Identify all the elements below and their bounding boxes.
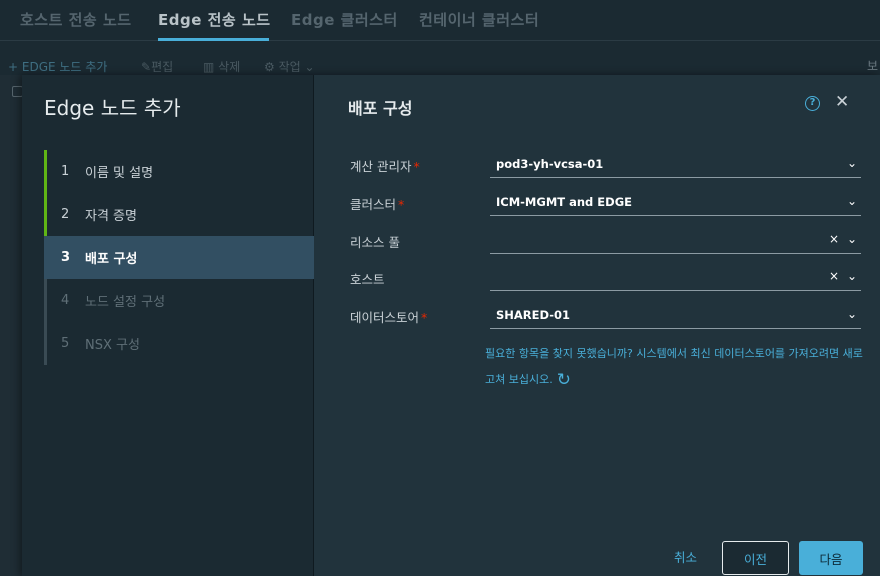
- chevron-down-icon: ⌄: [846, 194, 857, 208]
- next-button[interactable]: 다음: [799, 541, 863, 575]
- tab-container-clusters[interactable]: 컨테이너 클러스터: [419, 9, 539, 30]
- datastore-row: 데이터스토어 * SHARED-01 ⌄: [350, 301, 862, 331]
- edit-button[interactable]: ✎편집: [141, 58, 173, 75]
- datastore-value: SHARED-01: [496, 308, 571, 322]
- delete-button[interactable]: ▥ 삭제: [203, 58, 240, 75]
- host-select[interactable]: × ⌄: [490, 263, 861, 291]
- chevron-down-icon: ⌄: [846, 269, 857, 283]
- refresh-icon[interactable]: ↻: [557, 367, 571, 393]
- resource-pool-label: 리소스 풀: [350, 235, 400, 250]
- toolbar: + EDGE 노드 추가 ✎편집 ▥ 삭제 ⚙ 작업 ⌄ 보: [0, 41, 880, 75]
- wizard-sidebar: Edge 노드 추가 1 이름 및 설명 2 자격 증명 3 배포 구성 4 노…: [22, 75, 314, 576]
- chevron-down-icon: ⌄: [300, 60, 315, 74]
- close-icon[interactable]: ✕: [835, 92, 849, 112]
- compute-manager-row: 계산 관리자 * pod3-yh-vcsa-01 ⌄: [350, 150, 862, 180]
- chevron-down-icon: ⌄: [846, 307, 857, 321]
- step-number: 2: [61, 207, 70, 222]
- trash-icon: ▥: [203, 60, 219, 74]
- required-marker: *: [413, 159, 420, 174]
- wizard-title: Edge 노드 추가: [44, 96, 181, 120]
- tab-edge-transport-nodes[interactable]: Edge 전송 노드: [158, 9, 271, 30]
- tab-host-transport-nodes[interactable]: 호스트 전송 노드: [20, 9, 132, 30]
- help-icon[interactable]: ?: [805, 96, 820, 111]
- compute-manager-value: pod3-yh-vcsa-01: [496, 157, 604, 171]
- cancel-button[interactable]: 취소: [674, 547, 697, 566]
- actions-menu[interactable]: ⚙ 작업 ⌄: [264, 58, 315, 75]
- clear-icon[interactable]: ×: [829, 232, 839, 246]
- host-row: 호스트 × ⌄: [350, 263, 862, 293]
- clear-icon[interactable]: ×: [829, 269, 839, 283]
- step-number: 3: [61, 250, 71, 265]
- toolbar-right-label[interactable]: 보: [867, 57, 878, 74]
- cluster-label: 클러스터 *: [350, 197, 405, 212]
- add-edge-node-wizard: Edge 노드 추가 1 이름 및 설명 2 자격 증명 3 배포 구성 4 노…: [22, 75, 880, 576]
- step-label: 배포 구성: [85, 252, 138, 267]
- step-number: 4: [61, 293, 70, 308]
- pencil-icon: ✎: [141, 60, 152, 74]
- chevron-down-icon: ⌄: [846, 156, 857, 170]
- step-number: 1: [61, 164, 70, 179]
- datastore-select[interactable]: SHARED-01 ⌄: [490, 301, 861, 329]
- cluster-value: ICM-MGMT and EDGE: [496, 195, 632, 209]
- datastore-label: 데이터스토어 *: [350, 310, 428, 325]
- compute-manager-label: 계산 관리자 *: [350, 159, 420, 174]
- top-navigation: 호스트 전송 노드 Edge 전송 노드 Edge 클러스터 컨테이너 클러스터: [0, 0, 880, 41]
- step-credentials[interactable]: 2 자격 증명: [44, 193, 314, 236]
- wizard-steps: 1 이름 및 설명 2 자격 증명 3 배포 구성 4 노드 설정 구성 5 N…: [44, 150, 314, 365]
- resource-pool-select[interactable]: × ⌄: [490, 226, 861, 254]
- background-table: [0, 75, 24, 576]
- required-marker: *: [421, 310, 428, 325]
- refresh-hint-text: 필요한 항목을 찾지 못했습니까? 시스템에서 최신 데이터스토어를 가져오려면…: [485, 347, 863, 386]
- cluster-select[interactable]: ICM-MGMT and EDGE ⌄: [490, 188, 861, 216]
- step-number: 5: [61, 336, 70, 351]
- refresh-hint: 필요한 항목을 찾지 못했습니까? 시스템에서 최신 데이터스토어를 가져오려면…: [485, 341, 865, 393]
- wizard-footer: 취소 이전 다음: [22, 540, 880, 576]
- section-title: 배포 구성: [348, 99, 413, 118]
- step-label: NSX 구성: [85, 338, 140, 353]
- step-nsx-config: 5 NSX 구성: [44, 322, 314, 365]
- host-label: 호스트: [350, 272, 385, 287]
- gear-icon: ⚙: [264, 60, 279, 74]
- step-name-description[interactable]: 1 이름 및 설명: [44, 150, 314, 193]
- add-edge-node-button[interactable]: + EDGE 노드 추가: [8, 58, 107, 75]
- compute-manager-select[interactable]: pod3-yh-vcsa-01 ⌄: [490, 150, 861, 178]
- step-label: 이름 및 설명: [85, 166, 154, 181]
- required-marker: *: [398, 197, 405, 212]
- step-label: 노드 설정 구성: [85, 295, 166, 310]
- tab-edge-clusters[interactable]: Edge 클러스터: [291, 9, 398, 30]
- resource-pool-row: 리소스 풀 × ⌄: [350, 226, 862, 256]
- chevron-down-icon: ⌄: [846, 232, 857, 246]
- step-node-settings: 4 노드 설정 구성: [44, 279, 314, 322]
- step-deployment-config[interactable]: 3 배포 구성: [44, 236, 314, 279]
- plus-icon: +: [8, 60, 22, 74]
- step-label: 자격 증명: [85, 209, 137, 224]
- previous-button[interactable]: 이전: [722, 541, 789, 575]
- cluster-row: 클러스터 * ICM-MGMT and EDGE ⌄: [350, 188, 862, 218]
